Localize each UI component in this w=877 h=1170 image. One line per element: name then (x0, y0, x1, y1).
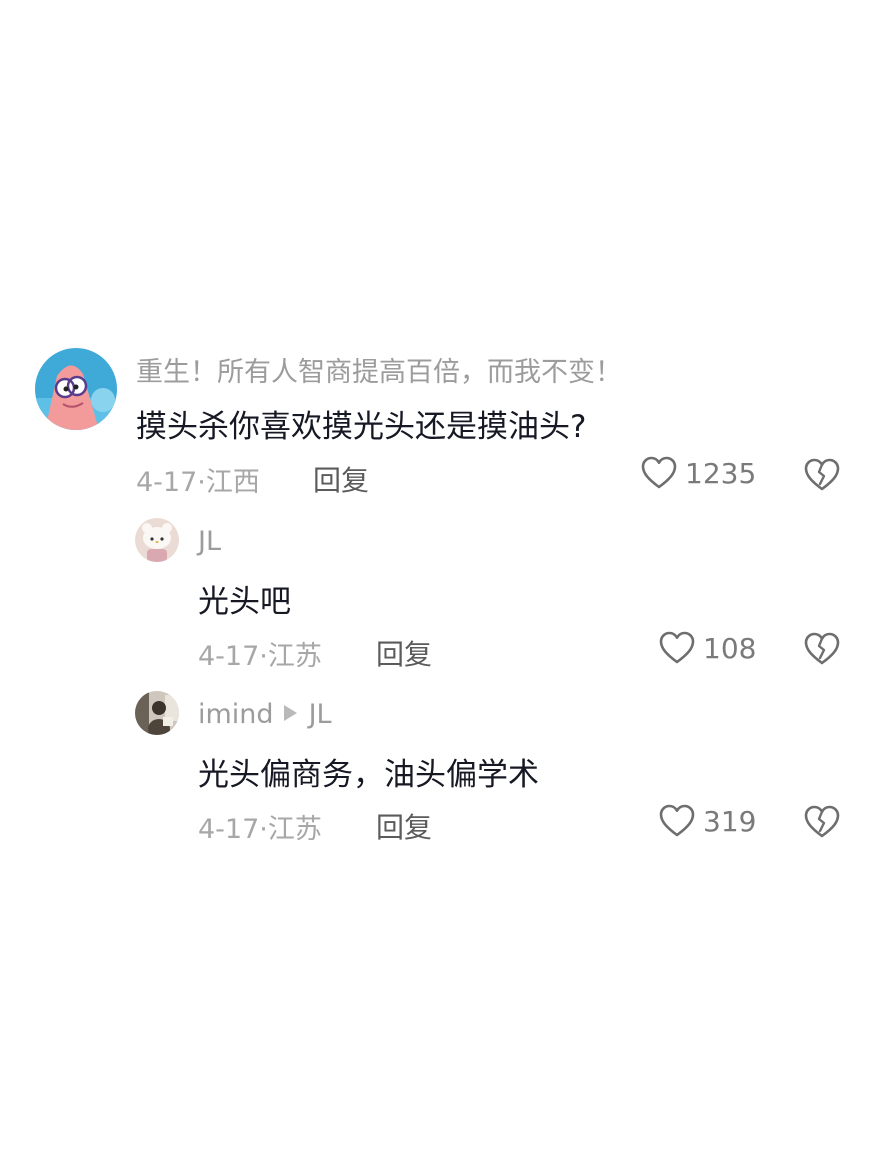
comment-username-row: imind JL (198, 699, 332, 730)
comment-location: 江西 (205, 467, 260, 498)
like-count: 1235 (685, 456, 757, 490)
like-button[interactable]: 1235 (641, 456, 756, 490)
broken-heart-icon (804, 632, 840, 666)
comment-meta: 4-17·江苏 (198, 634, 322, 673)
broken-heart-icon (804, 805, 840, 839)
avatar[interactable] (135, 691, 179, 735)
dislike-button[interactable] (804, 632, 840, 666)
comment-location: 江苏 (267, 814, 322, 845)
like-count: 319 (703, 804, 757, 838)
comment-meta: 4-17·江苏 (198, 807, 322, 846)
avatar[interactable] (135, 518, 179, 562)
heart-outline-icon (659, 631, 695, 665)
comment-date: 4-17 (198, 641, 260, 672)
comment-screen: { "comments": [ { "username": "重生！所有人智商提… (0, 0, 877, 1170)
heart-outline-icon (641, 456, 677, 490)
comment-date: 4-17 (136, 467, 198, 498)
dislike-button[interactable] (804, 458, 840, 492)
meta-separator: · (259, 641, 268, 672)
reply-to-username[interactable]: JL (309, 699, 332, 730)
comment-username[interactable]: 重生！所有人智商提高百倍，而我不变！ (136, 350, 622, 389)
meta-separator: · (197, 467, 206, 498)
triangle-right-icon (283, 704, 297, 721)
broken-heart-icon (804, 458, 840, 492)
reply-button[interactable]: 回复 (376, 806, 432, 846)
comment-date: 4-17 (198, 814, 260, 845)
comment-text: 光头吧 (198, 584, 291, 620)
dislike-button[interactable] (804, 805, 840, 839)
reply-button[interactable]: 回复 (313, 459, 369, 499)
avatar-patrick-image (35, 348, 117, 430)
comment-username[interactable]: imind (198, 699, 274, 730)
avatar-kitty-image (135, 518, 179, 562)
heart-outline-icon (659, 804, 695, 838)
avatar-photo-image (135, 691, 179, 735)
comment-text: 光头偏商务，油头偏学术 (198, 757, 539, 793)
comment-text: 摸头杀你喜欢摸光头还是摸油头? (136, 409, 587, 445)
meta-separator: · (259, 814, 268, 845)
like-button[interactable]: 108 (659, 631, 756, 665)
like-count: 108 (703, 631, 757, 665)
reply-button[interactable]: 回复 (376, 633, 432, 673)
avatar[interactable] (35, 348, 117, 430)
comment-meta: 4-17·江西 (136, 460, 260, 499)
comment-username[interactable]: JL (198, 526, 221, 557)
like-button[interactable]: 319 (659, 804, 756, 838)
comment-location: 江苏 (267, 641, 322, 672)
